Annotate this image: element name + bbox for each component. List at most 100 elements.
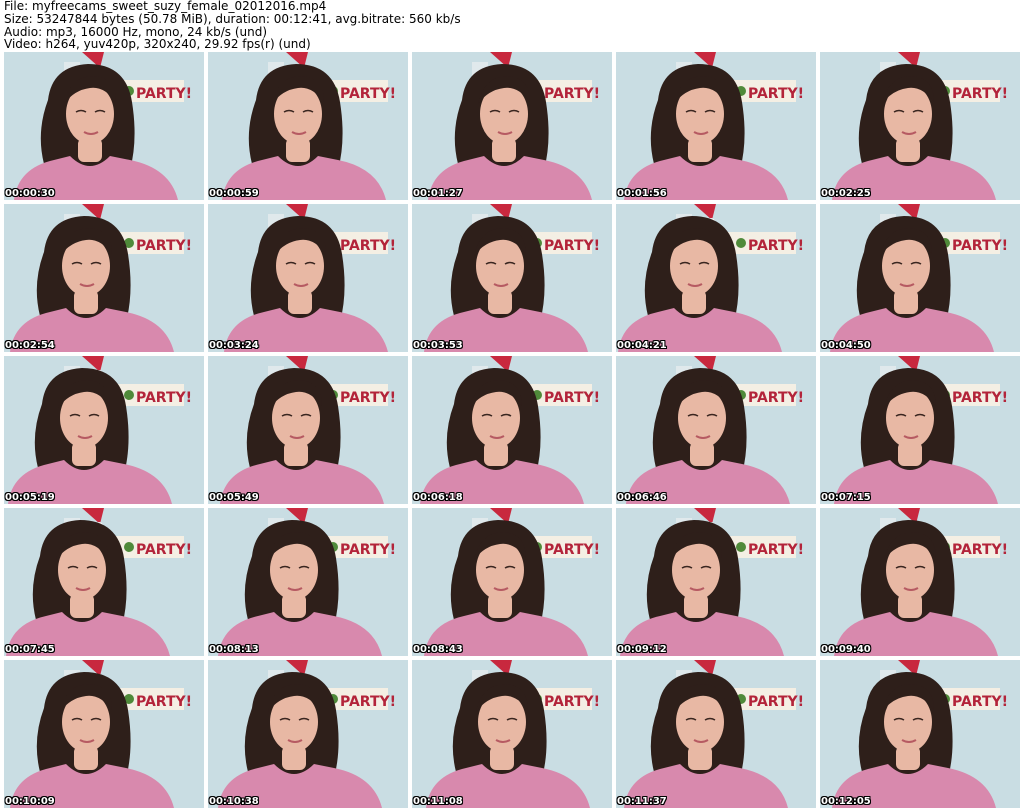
video-frame-thumbnail: PARTY! 00:01:56 [616,52,816,200]
banner-text: PARTY! [544,238,600,254]
banner-text: PARTY! [952,238,1008,254]
frame-image: PARTY! [412,356,612,504]
frame-timestamp: 00:10:38 [209,796,259,807]
banner-text: PARTY! [748,542,804,558]
frame-timestamp: 00:04:21 [617,340,667,351]
frame-timestamp: 00:05:19 [5,492,55,503]
video-frame-thumbnail: PARTY! 00:04:21 [616,204,816,352]
frame-timestamp: 00:00:30 [5,188,55,199]
frame-image: PARTY! [208,356,408,504]
video-frame-thumbnail: PARTY! 00:03:53 [412,204,612,352]
banner-text: PARTY! [544,542,600,558]
video-frame-thumbnail: PARTY! 00:11:37 [616,660,816,808]
frame-timestamp: 00:05:49 [209,492,259,503]
frame-image: PARTY! [616,508,816,656]
frame-image: PARTY! [208,204,408,352]
frame-image: PARTY! [820,508,1020,656]
frame-image: PARTY! [4,508,204,656]
banner-text: PARTY! [748,390,804,406]
frame-image: PARTY! [616,660,816,808]
banner-text: PARTY! [340,542,396,558]
file-name-line: File: myfreecams_sweet_suzy_female_02012… [4,0,327,13]
banner-text: PARTY! [544,694,600,710]
file-size-line: Size: 53247844 bytes (50.78 MiB), durati… [4,11,461,26]
frame-image: PARTY! [208,52,408,200]
video-frame-thumbnail: PARTY! 00:09:40 [820,508,1020,656]
video-frame-thumbnail: PARTY! 00:11:08 [412,660,612,808]
video-frame-thumbnail: PARTY! 00:00:30 [4,52,204,200]
frame-timestamp: 00:07:45 [5,644,55,655]
frame-timestamp: 00:06:46 [617,492,667,503]
frame-timestamp: 00:12:05 [821,796,871,807]
video-frame-thumbnail: PARTY! 00:08:43 [412,508,612,656]
banner-text: PARTY! [136,542,192,558]
banner-text: PARTY! [340,238,396,254]
frame-timestamp: 00:07:15 [821,492,871,503]
banner-text: PARTY! [544,86,600,102]
frame-timestamp: 00:01:56 [617,188,667,199]
banner-text: PARTY! [952,542,1008,558]
frame-image: PARTY! [616,204,816,352]
video-frame-thumbnail: PARTY! 00:03:24 [208,204,408,352]
frame-image: PARTY! [820,204,1020,352]
frame-timestamp: 00:10:09 [5,796,55,807]
frame-timestamp: 00:00:59 [209,188,259,199]
thumbnail-grid: PARTY! 00:00:30 PARTY! 00:00:59 PARTY! 00:01:… [4,52,1020,808]
frame-image: PARTY! [412,52,612,200]
video-frame-thumbnail: PARTY! 00:02:54 [4,204,204,352]
frame-image: PARTY! [616,356,816,504]
frame-image: PARTY! [412,204,612,352]
frame-timestamp: 00:04:50 [821,340,871,351]
frame-image: PARTY! [820,660,1020,808]
banner-text: PARTY! [136,86,192,102]
video-frame-thumbnail: PARTY! 00:05:49 [208,356,408,504]
frame-timestamp: 00:06:18 [413,492,463,503]
banner-text: PARTY! [136,694,192,710]
video-frame-thumbnail: PARTY! 00:12:05 [820,660,1020,808]
frame-timestamp: 00:11:08 [413,796,463,807]
frame-timestamp: 00:02:25 [821,188,871,199]
frame-timestamp: 00:09:40 [821,644,871,655]
banner-text: PARTY! [748,238,804,254]
frame-timestamp: 00:03:24 [209,340,259,351]
banner-text: PARTY! [952,390,1008,406]
video-frame-thumbnail: PARTY! 00:04:50 [820,204,1020,352]
frame-timestamp: 00:03:53 [413,340,463,351]
video-frame-thumbnail: PARTY! 00:07:15 [820,356,1020,504]
banner-text: PARTY! [748,694,804,710]
video-frame-thumbnail: PARTY! 00:06:46 [616,356,816,504]
frame-image: PARTY! [412,508,612,656]
frame-image: PARTY! [4,52,204,200]
frame-image: PARTY! [412,660,612,808]
frame-image: PARTY! [208,508,408,656]
video-frame-thumbnail: PARTY! 00:02:25 [820,52,1020,200]
video-frame-thumbnail: PARTY! 00:07:45 [4,508,204,656]
video-frame-thumbnail: PARTY! 00:10:09 [4,660,204,808]
frame-image: PARTY! [616,52,816,200]
video-frame-thumbnail: PARTY! 00:09:12 [616,508,816,656]
banner-text: PARTY! [136,390,192,406]
banner-text: PARTY! [340,390,396,406]
video-frame-thumbnail: PARTY! 00:01:27 [412,52,612,200]
video-frame-thumbnail: PARTY! 00:10:38 [208,660,408,808]
video-info-line: Video: h264, yuv420p, 320x240, 29.92 fps… [4,37,311,52]
banner-text: PARTY! [952,86,1008,102]
banner-text: PARTY! [544,390,600,406]
frame-image: PARTY! [820,356,1020,504]
frame-timestamp: 00:08:13 [209,644,259,655]
frame-timestamp: 00:09:12 [617,644,667,655]
frame-timestamp: 00:02:54 [5,340,55,351]
video-frame-thumbnail: PARTY! 00:06:18 [412,356,612,504]
frame-timestamp: 00:08:43 [413,644,463,655]
banner-text: PARTY! [136,238,192,254]
video-frame-thumbnail: PARTY! 00:00:59 [208,52,408,200]
banner-text: PARTY! [748,86,804,102]
frame-timestamp: 00:01:27 [413,188,463,199]
frame-timestamp: 00:11:37 [617,796,667,807]
file-info-header: File: myfreecams_sweet_suzy_female_02012… [4,0,1020,51]
frame-image: PARTY! [4,660,204,808]
frame-image: PARTY! [208,660,408,808]
video-frame-thumbnail: PARTY! 00:05:19 [4,356,204,504]
video-frame-thumbnail: PARTY! 00:08:13 [208,508,408,656]
frame-image: PARTY! [4,204,204,352]
